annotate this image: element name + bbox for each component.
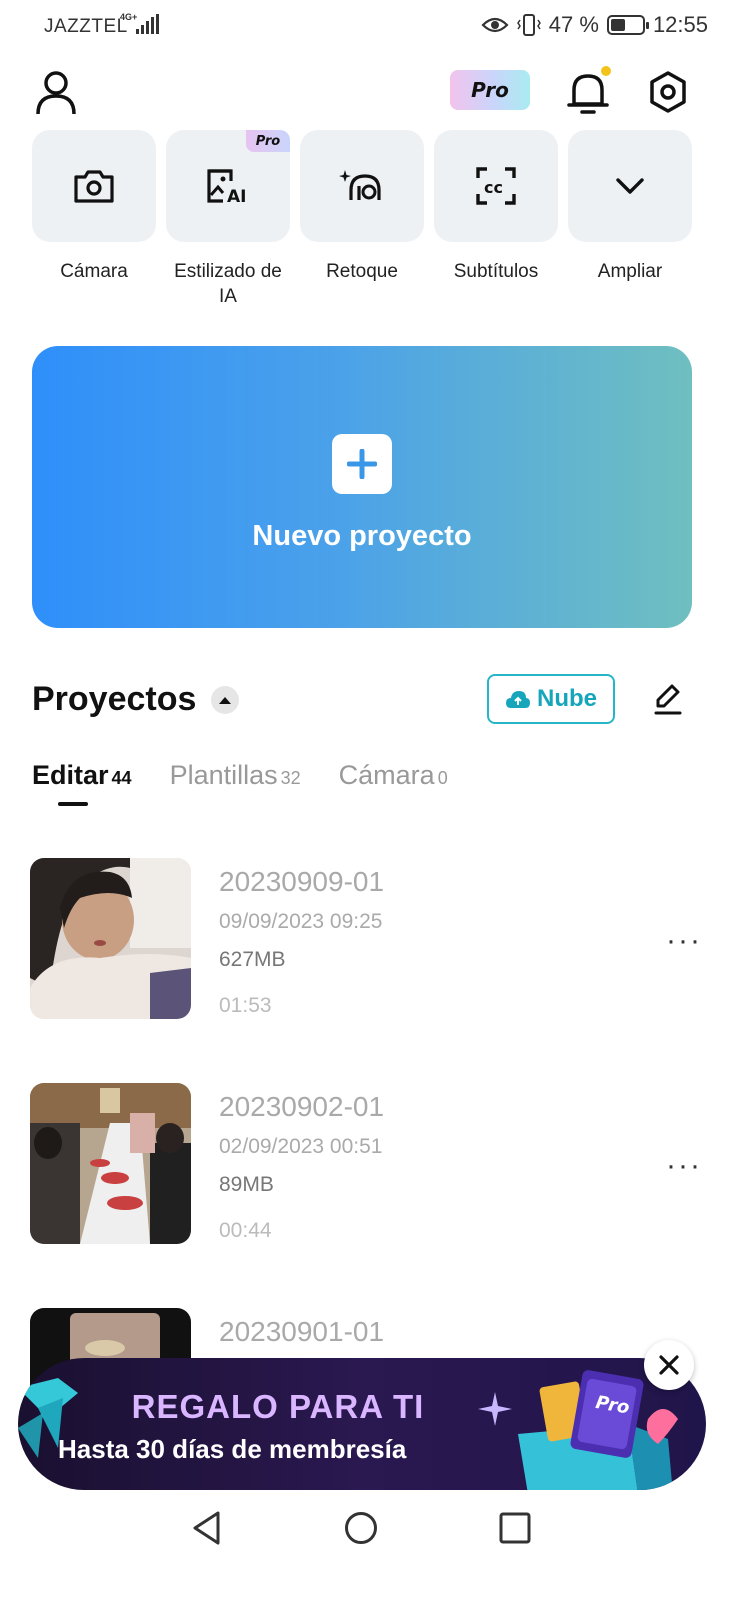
project-name: 20230901-01 <box>219 1316 385 1347</box>
tab-count: 0 <box>437 768 448 788</box>
tool-expand[interactable]: Ampliar <box>568 130 692 309</box>
project-item[interactable]: 20230909-01 09/09/2023 09:25 627MB 01:53… <box>30 858 710 1020</box>
tab-editar[interactable]: Editar 44 <box>32 760 132 791</box>
tab-plantillas[interactable]: Plantillas 32 <box>170 760 301 791</box>
project-name: 20230909-01 <box>219 866 385 897</box>
recents-icon[interactable] <box>499 1512 531 1544</box>
more-options-button[interactable]: ··· <box>666 1149 702 1183</box>
tool-label: Retoque <box>326 261 398 282</box>
cloud-button[interactable]: Nube <box>487 674 615 724</box>
cloud-upload-icon <box>506 691 530 708</box>
system-navigation-bar <box>0 1490 738 1600</box>
tools-row: Cámara AI Pro Estilizado de IA Retoque c… <box>32 130 692 309</box>
project-thumbnail <box>30 1083 191 1244</box>
top-bar: Pro <box>0 62 738 122</box>
active-tab-indicator <box>58 802 88 806</box>
battery-icon <box>606 15 649 35</box>
project-duration: 01:53 <box>219 994 272 1017</box>
tool-label: Ampliar <box>597 261 663 282</box>
more-options-button[interactable]: ··· <box>666 924 702 958</box>
status-bar: JAZZTEL 4G+ 47 % 12:55 <box>0 0 738 54</box>
promo-title: REGALO PARA TI <box>131 1388 425 1425</box>
notification-dot <box>601 66 611 76</box>
signal-icon <box>136 14 159 34</box>
close-promo-button[interactable] <box>644 1340 694 1390</box>
new-project-label: Nuevo proyecto <box>252 519 472 552</box>
clock: 12:55 <box>652 12 708 37</box>
svg-text:cc: cc <box>484 178 503 197</box>
cloud-label: Nube <box>537 685 597 712</box>
project-size: 627MB <box>219 948 286 971</box>
tool-label: Estilizado de IA <box>174 261 282 307</box>
chevron-down-icon <box>616 178 644 194</box>
battery-percent: 47 % <box>548 12 599 37</box>
tab-camara[interactable]: Cámara 0 <box>339 760 448 791</box>
vibrate-icon <box>516 14 541 36</box>
pro-tag: Pro <box>246 130 290 152</box>
network-type: 4G+ <box>120 12 138 22</box>
home-icon[interactable] <box>344 1511 378 1545</box>
project-date: 02/09/2023 00:51 <box>219 1135 383 1158</box>
tab-count: 32 <box>280 768 301 788</box>
tool-camera[interactable]: Cámara <box>32 130 156 309</box>
project-thumbnail <box>30 858 191 1019</box>
project-tabs: Editar 44 Plantillas 32 Cámara 0 <box>32 760 448 791</box>
plus-icon <box>332 433 392 494</box>
project-date: 09/09/2023 09:25 <box>219 910 383 933</box>
ai-style-icon: AI <box>207 169 246 205</box>
tab-label: Plantillas <box>169 760 278 790</box>
tool-label: Subtítulos <box>453 261 539 282</box>
edit-icon[interactable] <box>652 682 684 716</box>
tab-label: Cámara <box>338 760 435 790</box>
tool-retouch[interactable]: Retoque <box>300 130 424 309</box>
project-duration: 00:44 <box>219 1219 272 1242</box>
tab-count: 44 <box>111 768 132 788</box>
promo-banner[interactable]: REGALO PARA TI Hasta 30 días de membresí… <box>18 1358 706 1490</box>
projects-title: Proyectos <box>32 680 197 718</box>
pro-badge-button[interactable]: Pro <box>450 70 530 110</box>
retouch-icon <box>339 170 381 200</box>
captions-icon: cc <box>476 167 516 205</box>
promo-subtitle: Hasta 30 días de membresía <box>58 1434 407 1464</box>
tab-label: Editar <box>32 760 109 790</box>
eye-icon <box>481 17 509 33</box>
svg-text:AI: AI <box>227 187 246 205</box>
project-name: 20230902-01 <box>219 1091 385 1122</box>
camera-icon <box>74 170 114 203</box>
new-project-button[interactable]: Nuevo proyecto <box>32 346 692 628</box>
carrier-name: JAZZTEL <box>44 16 128 37</box>
project-item[interactable]: 20230902-01 02/09/2023 00:51 89MB 00:44 … <box>30 1083 710 1245</box>
settings-icon[interactable] <box>646 68 690 116</box>
collapse-projects-button[interactable] <box>211 686 239 714</box>
tool-captions[interactable]: cc Subtítulos <box>434 130 558 309</box>
tool-label: Cámara <box>60 261 128 282</box>
back-icon[interactable] <box>190 1510 224 1546</box>
close-icon <box>659 1355 679 1375</box>
sparkle-icon <box>478 1392 512 1426</box>
project-size: 89MB <box>219 1173 274 1196</box>
user-icon[interactable] <box>34 68 78 116</box>
tool-ai-style[interactable]: AI Pro Estilizado de IA <box>166 130 290 309</box>
caret-up-icon <box>219 697 231 704</box>
